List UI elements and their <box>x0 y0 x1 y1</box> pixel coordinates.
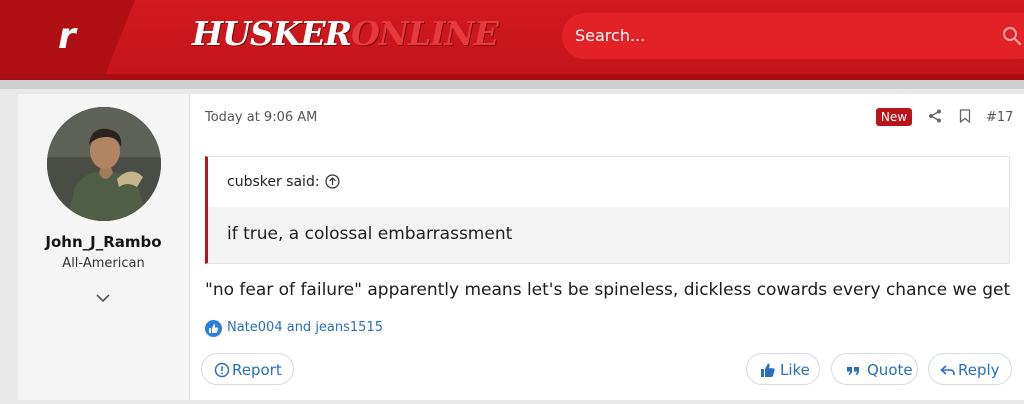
quote-icon <box>847 367 859 375</box>
search-icon[interactable] <box>1002 26 1022 46</box>
alert-icon <box>214 362 230 378</box>
quote-block: cubsker said: if true, a colossal embarr… <box>205 156 1010 264</box>
rivals-logo[interactable]: r <box>58 17 92 57</box>
report-label: Report <box>232 361 282 379</box>
avatar-image <box>47 107 161 221</box>
username[interactable]: John_J_Rambo <box>18 233 189 251</box>
reaction-users[interactable]: Nate004 and jeans1515 <box>227 320 383 335</box>
search-input[interactable]: Search... <box>562 13 1024 59</box>
new-badge: New <box>876 108 912 126</box>
post-message: "no fear of failure" apparently means le… <box>205 280 1011 300</box>
quote-body: if true, a colossal embarrassment <box>208 207 1009 263</box>
thumbs-up-icon <box>761 363 775 377</box>
like-reaction-icon <box>205 320 222 337</box>
wordmark-online: ONLINE <box>351 14 499 53</box>
like-button[interactable]: Like <box>746 353 820 385</box>
report-button[interactable]: Report <box>201 353 294 385</box>
reply-arrow-icon <box>940 365 955 375</box>
quote-button[interactable]: Quote <box>831 353 918 385</box>
quote-header[interactable]: cubsker said: <box>208 157 1009 207</box>
chevron-down-icon[interactable] <box>95 292 111 304</box>
site-header: r HUSKERONLINE Search... <box>0 0 1024 80</box>
user-title: All-American <box>62 256 145 271</box>
avatar[interactable] <box>47 107 161 221</box>
header-divider <box>0 80 1024 89</box>
quote-author: cubsker said: <box>227 174 320 190</box>
user-pane: John_J_Rambo All-American <box>18 94 190 400</box>
wordmark-husker: HUSKER <box>192 14 352 53</box>
bookmark-icon[interactable] <box>959 109 971 123</box>
post-timestamp[interactable]: Today at 9:06 AM <box>205 110 317 125</box>
post-number[interactable]: #17 <box>986 110 1013 125</box>
arrow-up-circle-icon[interactable] <box>325 174 340 189</box>
share-icon[interactable] <box>928 109 942 123</box>
quote-label: Quote <box>867 361 913 379</box>
reply-label: Reply <box>958 361 1000 379</box>
like-label: Like <box>780 361 810 379</box>
site-wordmark[interactable]: HUSKERONLINE <box>192 14 499 60</box>
forum-post: John_J_Rambo All-American Today at 9:06 … <box>18 94 1024 400</box>
quote-text: if true, a colossal embarrassment <box>227 224 513 244</box>
search-placeholder: Search... <box>575 26 646 45</box>
reply-button[interactable]: Reply <box>928 353 1012 385</box>
